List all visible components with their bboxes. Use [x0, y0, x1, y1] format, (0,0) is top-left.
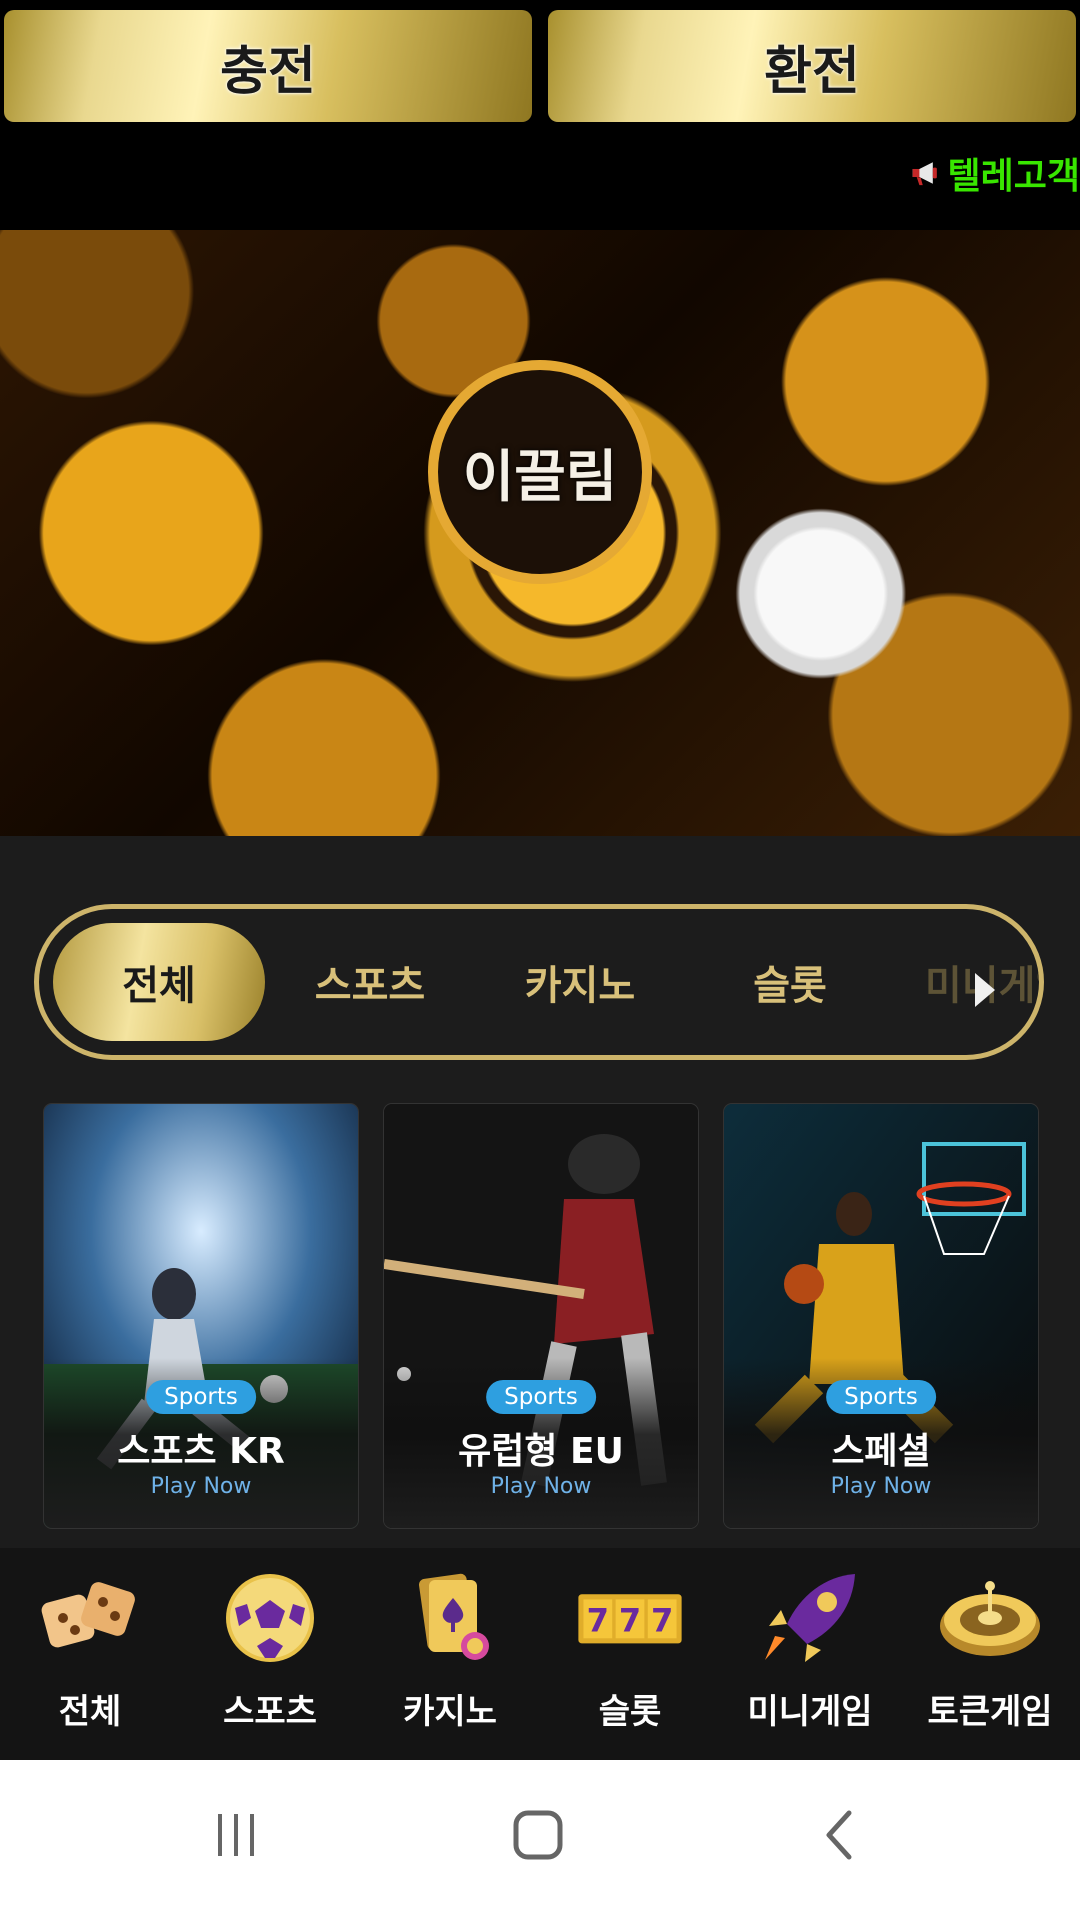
- nav-item-minigame[interactable]: 미니게임: [720, 1568, 900, 1748]
- game-card-europe-eu[interactable]: Sports 유럽형 EU Play Now: [384, 1104, 698, 1528]
- card-play-now[interactable]: Play Now: [384, 1474, 698, 1499]
- nav-item-sports[interactable]: 스포츠: [180, 1568, 360, 1748]
- tab-casino[interactable]: 카지노: [475, 923, 685, 1041]
- exchange-button[interactable]: 환전: [548, 10, 1076, 122]
- playing-cards-icon: [418, 1573, 489, 1660]
- nav-item-token-game[interactable]: 토큰게임: [900, 1568, 1080, 1748]
- tab-minigame[interactable]: 미니게임: [895, 923, 1039, 1041]
- card-badge: Sports: [486, 1380, 596, 1414]
- svg-text:7: 7: [587, 1602, 609, 1640]
- card-title: 유럽형 EU: [458, 1431, 624, 1472]
- logo-text: 이끌림: [462, 444, 618, 510]
- system-nav-bar: [0, 1760, 1080, 1905]
- bottom-nav: 전체 스포츠 카지노 7 7 7 슬롯 미니게임 토큰게임: [0, 1548, 1080, 1760]
- exchange-button-label: 환전: [764, 41, 860, 102]
- svg-text:7: 7: [619, 1602, 641, 1640]
- card-title: 스페셜: [831, 1431, 931, 1472]
- card-play-now[interactable]: Play Now: [724, 1474, 1038, 1499]
- casino-chip-logo: 이끌림: [428, 360, 652, 584]
- tab-slot[interactable]: 슬롯: [685, 923, 895, 1041]
- tab-all[interactable]: 전체: [53, 923, 265, 1041]
- category-tab-bar: 전체 스포츠 카지노 슬롯 미니게임: [34, 904, 1044, 1060]
- tab-sports[interactable]: 스포츠: [265, 923, 475, 1041]
- nav-label: 카지노: [403, 1692, 497, 1732]
- back-icon[interactable]: [800, 1800, 880, 1870]
- rocket-icon: [765, 1574, 855, 1662]
- game-card-sports-kr[interactable]: Sports 스포츠 KR Play Now: [44, 1104, 358, 1528]
- tab-label: 스포츠: [314, 963, 426, 1009]
- home-icon[interactable]: [498, 1800, 578, 1870]
- nav-item-casino[interactable]: 카지노: [360, 1568, 540, 1748]
- tab-label: 카지노: [524, 963, 636, 1009]
- card-play-now[interactable]: Play Now: [44, 1474, 358, 1499]
- nav-item-slot[interactable]: 7 7 7 슬롯: [540, 1568, 720, 1748]
- nav-label: 미니게임: [747, 1692, 873, 1732]
- nav-label: 스포츠: [223, 1692, 317, 1732]
- roulette-icon: [940, 1581, 1040, 1656]
- promo-banner[interactable]: 이끌림: [0, 230, 1080, 836]
- game-card-special[interactable]: Sports 스페셜 Play Now: [724, 1104, 1038, 1528]
- nav-label: 슬롯: [598, 1692, 662, 1732]
- megaphone-icon: [912, 162, 937, 186]
- recent-apps-icon[interactable]: [196, 1800, 276, 1870]
- scroll-right-arrow-icon[interactable]: [975, 973, 995, 1007]
- nav-label: 토큰게임: [927, 1692, 1053, 1732]
- notice-marquee[interactable]: 텔레고객: [910, 148, 1080, 198]
- tab-label: 슬롯: [753, 963, 827, 1009]
- card-title: 스포츠 KR: [117, 1431, 285, 1472]
- svg-text:7: 7: [651, 1602, 673, 1640]
- dice-icon: [41, 1582, 135, 1648]
- card-badge: Sports: [826, 1380, 936, 1414]
- charge-button[interactable]: 충전: [4, 10, 532, 122]
- soccer-ball-icon: [226, 1574, 314, 1662]
- slot-777-icon: 7 7 7: [578, 1594, 682, 1644]
- tab-label: 전체: [122, 963, 196, 1009]
- nav-label: 전체: [58, 1692, 122, 1732]
- nav-item-all[interactable]: 전체: [0, 1568, 180, 1748]
- notice-text: 텔레고객: [947, 156, 1080, 197]
- card-badge: Sports: [146, 1380, 256, 1414]
- charge-button-label: 충전: [220, 41, 316, 102]
